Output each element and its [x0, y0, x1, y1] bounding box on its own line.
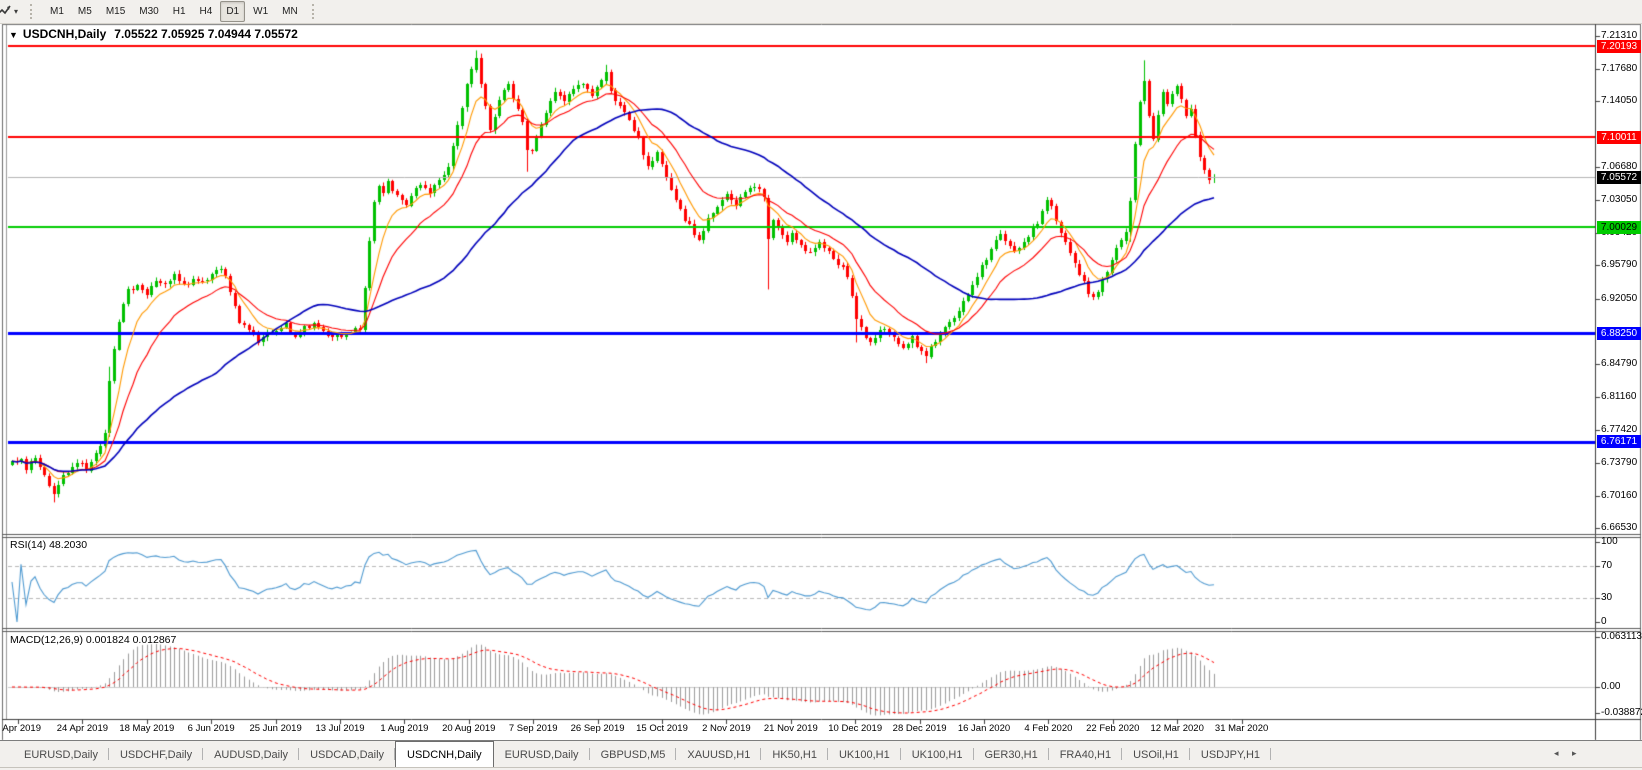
chart-tab-fra40-h1[interactable]: FRA40,H1 — [1049, 741, 1122, 768]
price-badge: 6.88250 — [1597, 327, 1641, 340]
timeframe-button-h1[interactable]: H1 — [167, 1, 192, 22]
date-tick-label: 6 Jun 2019 — [174, 723, 248, 734]
date-tick-label: 28 Dec 2019 — [883, 723, 957, 734]
timeframe-button-h4[interactable]: H4 — [194, 1, 219, 22]
macd-scale-label: -0.038872 — [1601, 707, 1642, 718]
timeframe-button-mn[interactable]: MN — [276, 1, 304, 22]
date-tick-label: 22 Feb 2020 — [1076, 723, 1150, 734]
chevron-down-icon[interactable]: ▾ — [14, 7, 18, 16]
price-tick-label: 7.03050 — [1601, 194, 1637, 205]
date-tick-label: 4 Feb 2020 — [1011, 723, 1085, 734]
price-tick-label: 7.17680 — [1601, 63, 1637, 74]
date-tick-label: 24 Apr 2019 — [45, 723, 119, 734]
chart-title: ▼ USDCNH,Daily 7.05522 7.05925 7.04944 7… — [9, 27, 298, 41]
chart-tab-audusd-daily[interactable]: AUDUSD,Daily — [203, 741, 299, 768]
chart-tab-hk50-h1[interactable]: HK50,H1 — [761, 741, 828, 768]
date-tick-label: 15 Oct 2019 — [625, 723, 699, 734]
cursor-tool-icon[interactable] — [0, 3, 11, 21]
price-tick-label: 6.66530 — [1601, 522, 1637, 533]
price-badge: 7.00029 — [1597, 221, 1641, 234]
chart-symbol-period: USDCNH,Daily — [23, 27, 106, 41]
rsi-indicator-label: RSI(14) 48.2030 — [10, 539, 87, 551]
chart-tab-eurusd-daily[interactable]: EURUSD,Daily — [13, 741, 109, 768]
chart-title-arrow-icon: ▼ — [9, 30, 18, 40]
timeframe-button-m1[interactable]: M1 — [44, 1, 70, 22]
macd-scale-label: 0.063113 — [1601, 631, 1642, 642]
macd-indicator-label: MACD(12,26,9) 0.001824 0.012867 — [10, 634, 176, 646]
timeframe-button-m30[interactable]: M30 — [133, 1, 164, 22]
rsi-scale-label: 100 — [1601, 536, 1618, 547]
chart-tab-uk100-h1[interactable]: UK100,H1 — [828, 741, 901, 768]
price-tick-label: 6.77420 — [1601, 424, 1637, 435]
date-tick-label: 18 May 2019 — [110, 723, 184, 734]
timeframe-button-m5[interactable]: M5 — [72, 1, 98, 22]
date-tick-label: 10 Dec 2019 — [818, 723, 892, 734]
chart-tab-uk100-h1[interactable]: UK100,H1 — [901, 741, 974, 768]
chart-tab-usdchf-daily[interactable]: USDCHF,Daily — [109, 741, 203, 768]
price-badge: 7.20193 — [1597, 40, 1641, 53]
chart-ohlc-quotes: 7.05522 7.05925 7.04944 7.05572 — [114, 27, 298, 41]
chart-canvas[interactable] — [0, 0, 1642, 770]
chart-tab-usdcnh-daily[interactable]: USDCNH,Daily — [395, 741, 494, 768]
chart-tab-usdjpy-h1[interactable]: USDJPY,H1 — [1190, 741, 1271, 768]
price-tick-label: 6.95790 — [1601, 259, 1637, 270]
date-tick-label: 1 Aug 2019 — [367, 723, 441, 734]
rsi-scale-label: 30 — [1601, 592, 1612, 603]
trading-terminal-window: ▾ M1M5M15M30H1H4D1W1MN ▼ USDCNH,Daily 7.… — [0, 0, 1642, 770]
price-tick-label: 6.81160 — [1601, 391, 1636, 402]
timeframe-button-w1[interactable]: W1 — [247, 1, 274, 22]
timeframe-toolbar: ▾ M1M5M15M30H1H4D1W1MN — [0, 0, 1642, 24]
rsi-scale-label: 70 — [1601, 560, 1612, 571]
price-tick-label: 6.84790 — [1601, 358, 1637, 369]
chart-tab-ger30-h1[interactable]: GER30,H1 — [974, 741, 1049, 768]
date-tick-label: 26 Sep 2019 — [561, 723, 635, 734]
date-tick-label: 31 Mar 2020 — [1205, 723, 1279, 734]
price-tick-label: 6.73790 — [1601, 457, 1637, 468]
chart-tab-bar: EURUSD,DailyUSDCHF,DailyAUDUSD,DailyUSDC… — [0, 740, 1642, 768]
toolbar-grip — [30, 4, 36, 19]
toolbar-grip — [312, 4, 318, 19]
tab-scroll-right-icon[interactable]: ▸ — [1572, 748, 1577, 759]
timeframe-button-d1[interactable]: D1 — [220, 1, 245, 22]
chart-tab-xauusd-h1[interactable]: XAUUSD,H1 — [676, 741, 761, 768]
date-tick-label: 25 Jun 2019 — [239, 723, 313, 734]
date-tick-label: 21 Nov 2019 — [754, 723, 828, 734]
chart-tab-usdcad-daily[interactable]: USDCAD,Daily — [299, 741, 395, 768]
macd-scale-label: 0.00 — [1601, 681, 1620, 692]
rsi-scale-label: 0 — [1601, 616, 1607, 627]
date-tick-label: 13 Jul 2019 — [303, 723, 377, 734]
timeframe-button-m15[interactable]: M15 — [100, 1, 131, 22]
date-tick-label: 7 Sep 2019 — [496, 723, 570, 734]
date-tick-label: 16 Jan 2020 — [947, 723, 1021, 734]
price-tick-label: 6.92050 — [1601, 293, 1637, 304]
timeframe-buttons: M1M5M15M30H1H4D1W1MN — [43, 1, 305, 22]
chart-tab-usoil-h1[interactable]: USOil,H1 — [1122, 741, 1190, 768]
tab-scroll-left-icon[interactable]: ◂ — [1554, 748, 1559, 759]
price-tick-label: 6.70160 — [1601, 490, 1637, 501]
chart-tab-eurusd-daily[interactable]: EURUSD,Daily — [494, 741, 590, 768]
price-tick-label: 7.14050 — [1601, 95, 1637, 106]
date-tick-label: 2 Nov 2019 — [689, 723, 763, 734]
date-tick-label: 20 Aug 2019 — [432, 723, 506, 734]
date-tick-label: 12 Mar 2020 — [1140, 723, 1214, 734]
price-badge: 7.05572 — [1597, 171, 1641, 184]
price-badge: 7.10011 — [1597, 131, 1641, 144]
price-badge: 6.76171 — [1597, 435, 1641, 448]
chart-tab-gbpusd-m5[interactable]: GBPUSD,M5 — [590, 741, 677, 768]
